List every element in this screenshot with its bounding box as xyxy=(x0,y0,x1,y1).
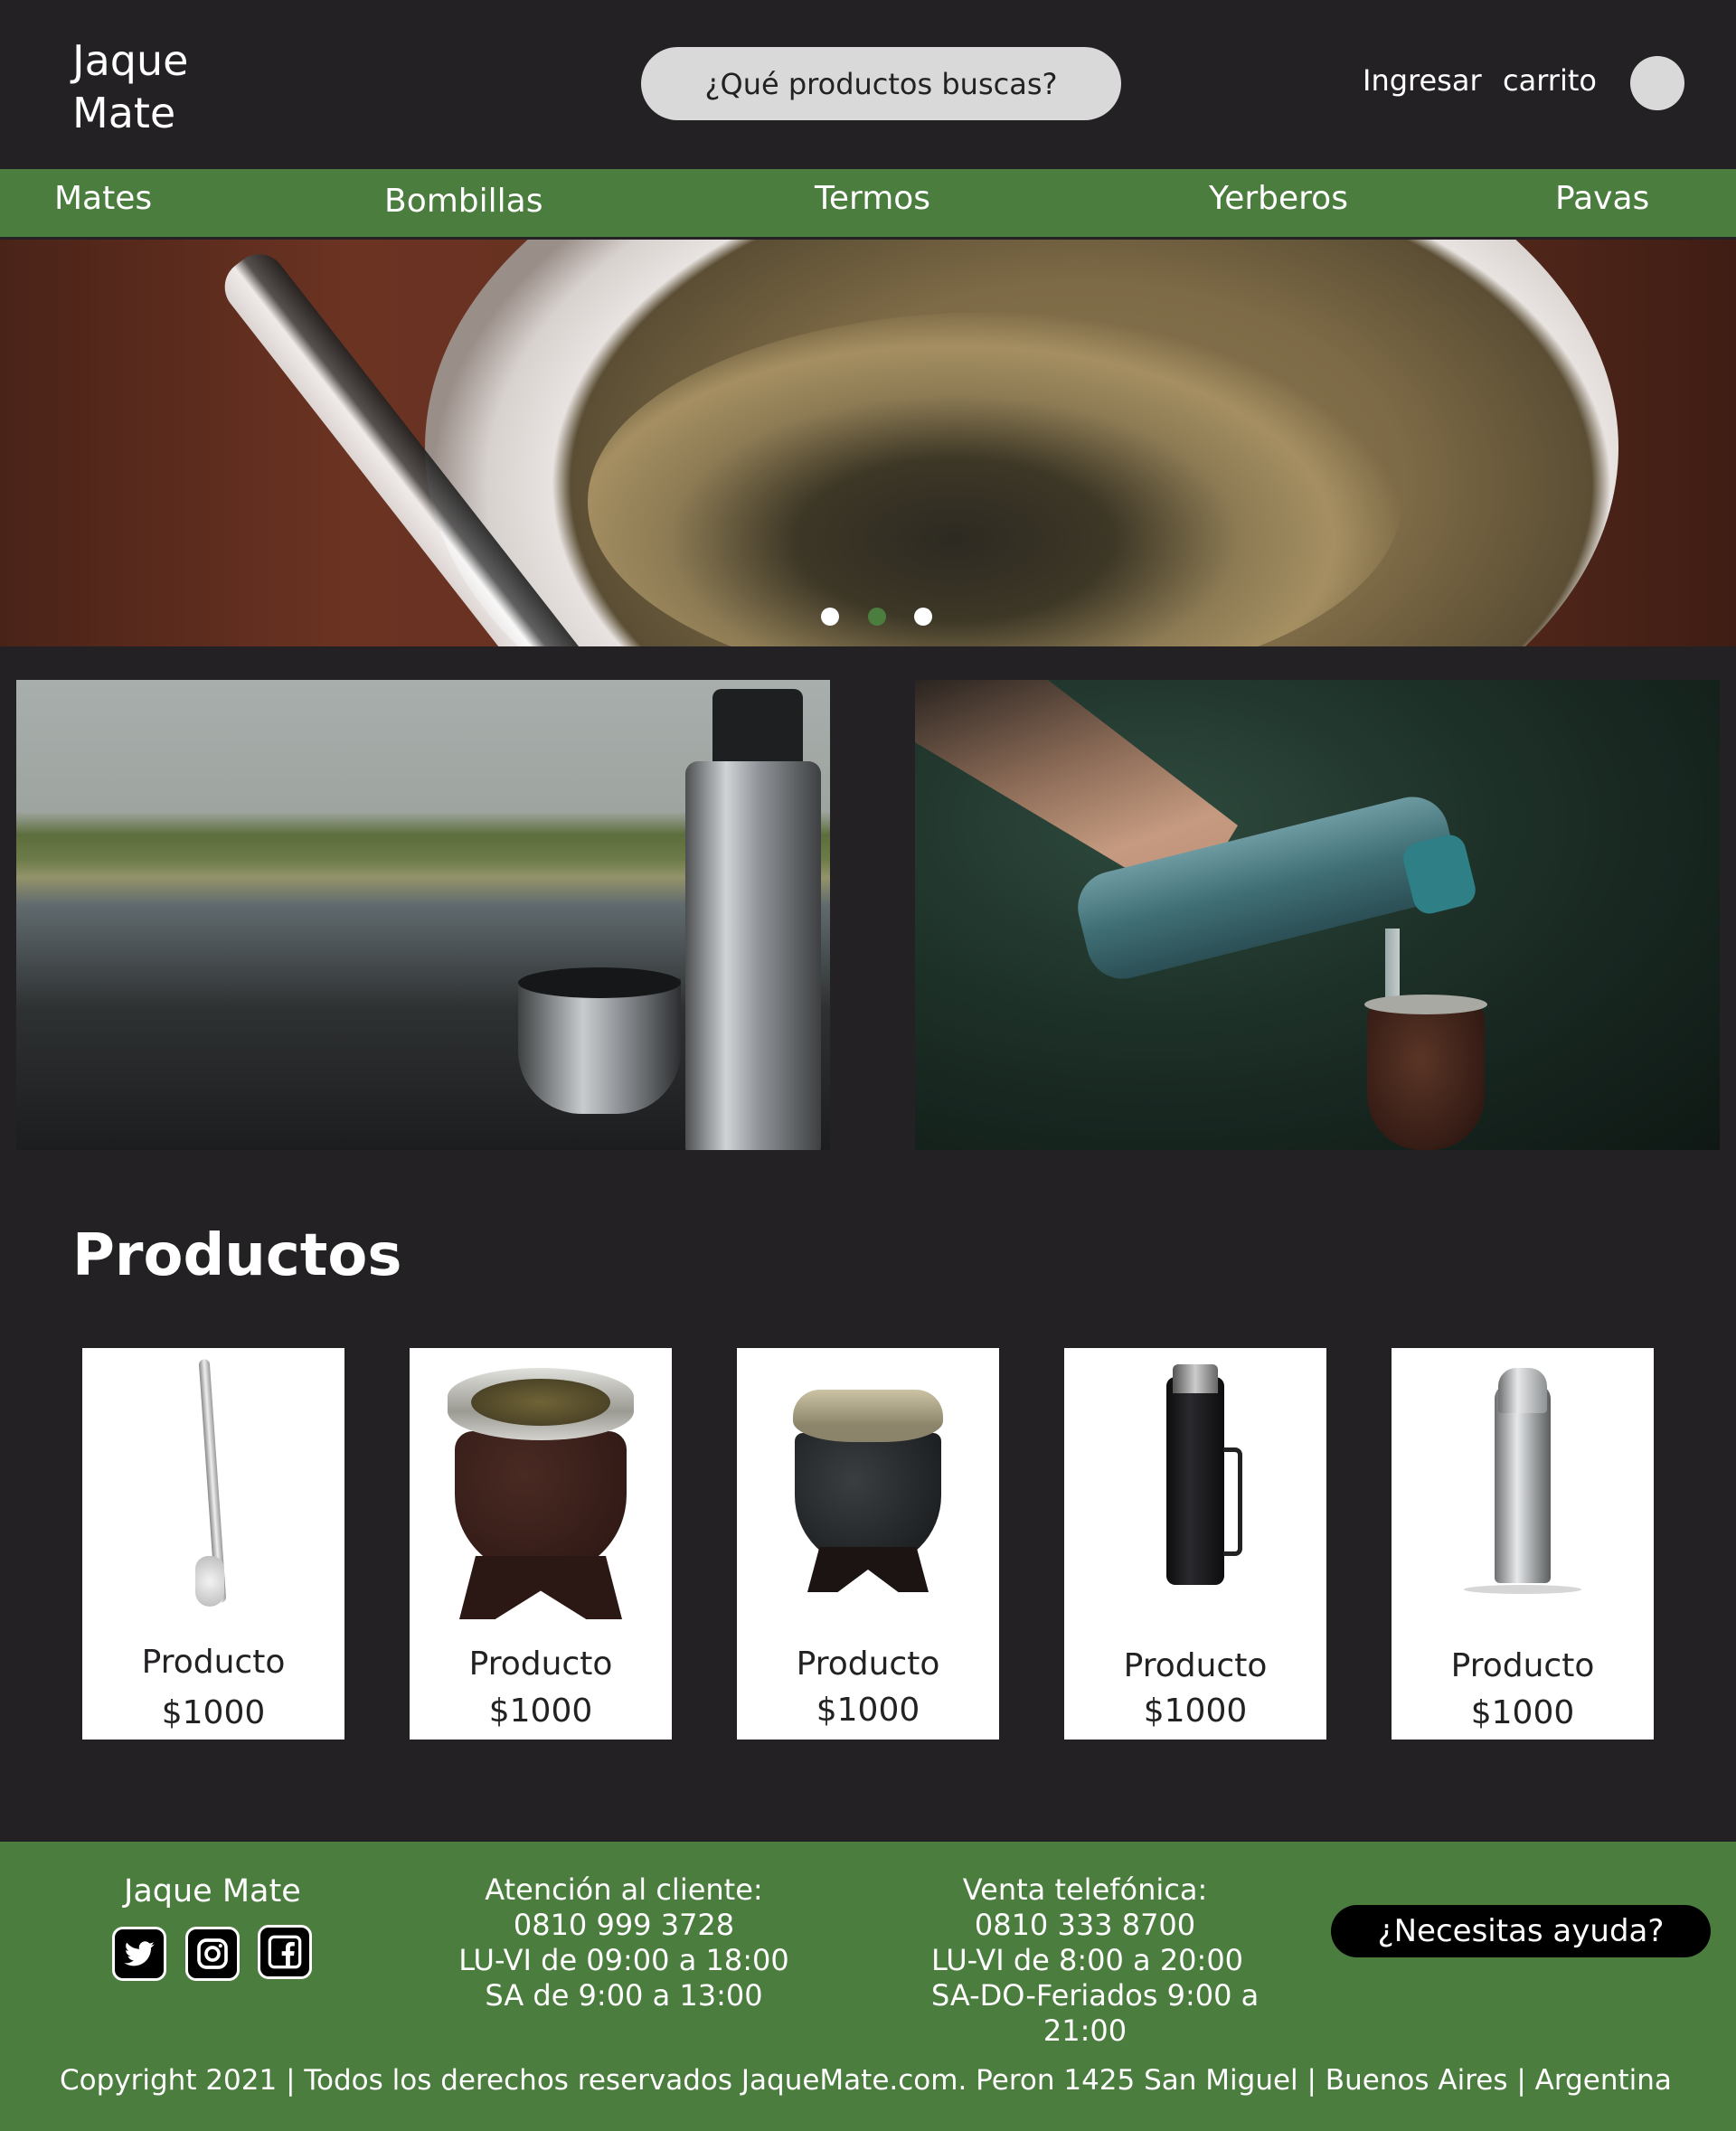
product-card[interactable]: Producto $1000 xyxy=(82,1348,344,1740)
customer-service-phone: 0810 999 3728 xyxy=(513,1908,735,1942)
phone-sales-hours-weekday: LU-VI de 8:00 a 20:00 xyxy=(931,1943,1244,1977)
carousel-dot-3[interactable] xyxy=(914,608,932,626)
product-card[interactable]: Producto $1000 xyxy=(737,1348,999,1740)
product-price: $1000 xyxy=(816,1692,920,1729)
site-footer: Jaque Mate Atención al cliente: 0810 999… xyxy=(0,1842,1736,2131)
customer-service-info: Atención al cliente: 0810 999 3728 LU-VI… xyxy=(457,1872,791,2013)
site-header: Jaque Mate ¿Qué productos buscas? Ingres… xyxy=(0,0,1736,168)
phone-sales-info: Venta telefónica: 0810 333 8700 LU-VI de… xyxy=(931,1872,1260,2049)
customer-service-hours-saturday: SA de 9:00 a 13:00 xyxy=(485,1978,763,2013)
product-card[interactable]: Producto $1000 xyxy=(1392,1348,1654,1740)
carousel-dot-2[interactable] xyxy=(868,608,886,626)
promo-thermos-image[interactable] xyxy=(16,680,830,1150)
nav-item-mates[interactable]: Mates xyxy=(54,180,152,217)
twitter-icon[interactable] xyxy=(112,1927,166,1981)
search-input[interactable]: ¿Qué productos buscas? xyxy=(641,47,1121,120)
cart-link[interactable]: carrito xyxy=(1503,63,1597,98)
nav-item-termos[interactable]: Termos xyxy=(815,180,930,217)
thermos-cup-shape xyxy=(518,978,681,1114)
help-button[interactable]: ¿Necesitas ayuda? xyxy=(1331,1905,1711,1957)
phone-sales-hours-weekend: SA-DO-Feriados 9:00 a xyxy=(931,1978,1260,2013)
thermos-icon xyxy=(1064,1348,1326,1628)
gourd-rim-shape xyxy=(1364,995,1487,1014)
customer-service-title: Atención al cliente: xyxy=(485,1872,763,1907)
footer-brand: Jaque Mate xyxy=(124,1873,301,1909)
thermos-cap-shape xyxy=(712,689,803,766)
product-name: Producto xyxy=(468,1645,613,1683)
thermos-cup-rim-shape xyxy=(518,967,681,998)
phone-sales-hours-weekend-end: 21:00 xyxy=(1043,2013,1127,2048)
products-title: Productos xyxy=(72,1222,402,1289)
login-link[interactable]: Ingresar xyxy=(1363,63,1482,98)
carousel-dot-1[interactable] xyxy=(821,608,839,626)
site-logo[interactable]: Jaque Mate xyxy=(72,34,253,139)
product-price: $1000 xyxy=(1143,1693,1248,1730)
promo-pouring-image[interactable] xyxy=(915,680,1720,1150)
instagram-icon[interactable] xyxy=(185,1927,240,1981)
product-card[interactable]: Producto $1000 xyxy=(410,1348,672,1740)
product-price: $1000 xyxy=(1470,1694,1575,1731)
gourd-shape xyxy=(1367,1001,1485,1150)
carousel-dots xyxy=(0,240,1736,646)
phone-sales-phone: 0810 333 8700 xyxy=(974,1908,1196,1942)
bombilla-icon xyxy=(82,1348,344,1628)
nav-item-bombillas[interactable]: Bombillas xyxy=(384,183,542,220)
product-price: $1000 xyxy=(161,1694,266,1731)
product-price: $1000 xyxy=(488,1693,593,1730)
product-name: Producto xyxy=(1450,1647,1595,1684)
product-card[interactable]: Producto $1000 xyxy=(1064,1348,1326,1740)
nav-item-pavas[interactable]: Pavas xyxy=(1555,180,1649,217)
avatar[interactable] xyxy=(1630,56,1684,110)
thermos-icon xyxy=(1392,1348,1654,1628)
customer-service-hours-weekday: LU-VI de 09:00 a 18:00 xyxy=(458,1943,789,1977)
product-name: Producto xyxy=(1123,1647,1268,1684)
product-name: Producto xyxy=(796,1645,940,1683)
phone-sales-title: Venta telefónica: xyxy=(962,1872,1208,1907)
category-nav: Mates Bombillas Termos Yerberos Pavas xyxy=(0,169,1736,237)
product-name: Producto xyxy=(141,1644,286,1681)
thermos-body-shape xyxy=(685,761,821,1150)
nav-item-yerberos[interactable]: Yerberos xyxy=(1209,180,1348,217)
mate-gourd-icon xyxy=(737,1348,999,1628)
mate-gourd-icon xyxy=(410,1348,672,1628)
hero-carousel[interactable] xyxy=(0,240,1736,646)
facebook-icon[interactable] xyxy=(258,1925,312,1979)
copyright-text: Copyright 2021 | Todos los derechos rese… xyxy=(60,2064,1672,2097)
